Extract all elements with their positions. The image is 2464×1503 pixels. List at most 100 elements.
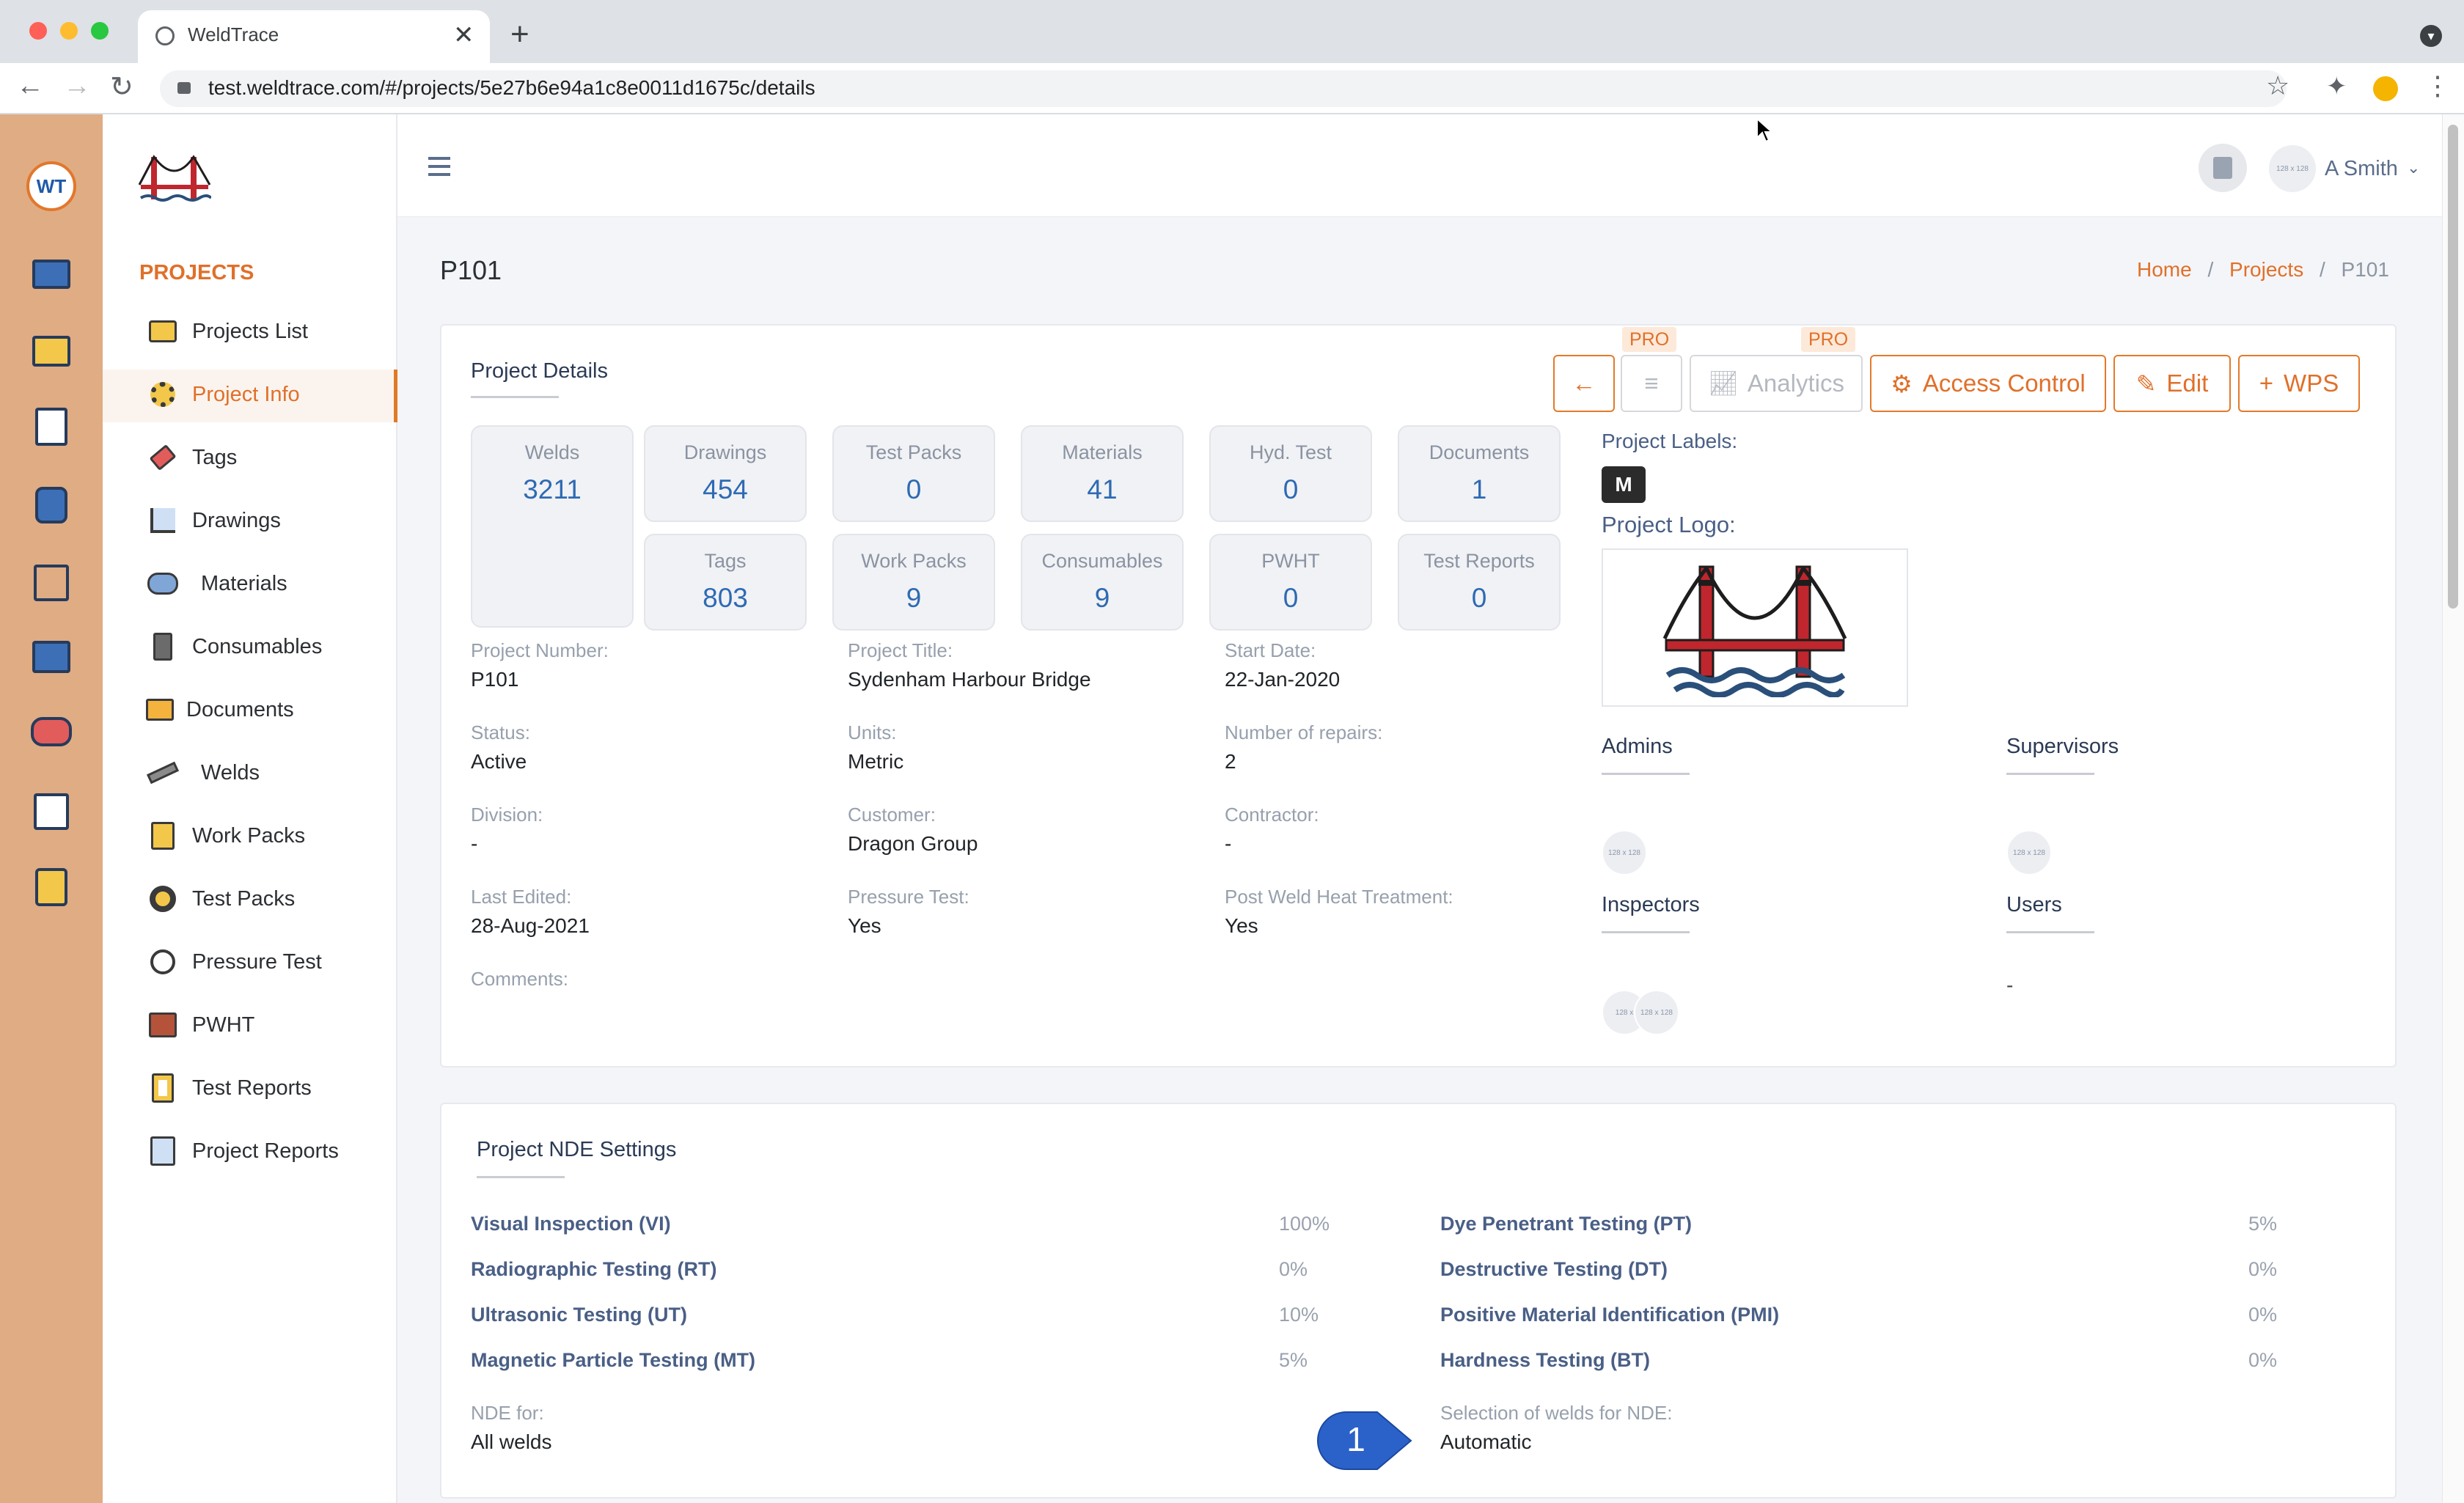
access-control-label: Access Control xyxy=(1922,370,2086,397)
stat-consumables[interactable]: Consumables 9 xyxy=(1021,534,1184,631)
pro-badge: PRO xyxy=(1801,327,1856,352)
back-button[interactable]: ← xyxy=(1553,355,1615,412)
sidebar-item-test-packs[interactable]: Test Packs xyxy=(147,880,295,918)
pressure-gauge-icon xyxy=(147,946,179,978)
users-underline xyxy=(2006,931,2094,933)
welder-icon[interactable] xyxy=(35,487,67,523)
card-title-underline xyxy=(471,396,559,398)
inspectors-underline xyxy=(1602,931,1690,933)
field-value: Dragon Group xyxy=(848,832,978,855)
close-window-dot[interactable] xyxy=(29,22,47,40)
bookmark-star-icon[interactable]: ☆ xyxy=(2266,70,2289,101)
edit-button[interactable]: ✎ Edit xyxy=(2113,355,2231,412)
org-chart-icon[interactable] xyxy=(34,565,69,601)
field-label: Customer: xyxy=(848,804,936,826)
tab-search-icon[interactable]: ▾ xyxy=(2420,25,2442,47)
stat-hyd-test[interactable]: Hyd. Test 0 xyxy=(1209,425,1372,522)
field-pwht: Post Weld Heat Treatment: Yes xyxy=(1225,886,1453,938)
user-avatar[interactable]: 128 x 128 xyxy=(2267,144,2317,194)
timeline-button[interactable]: ≡ xyxy=(1621,355,1682,412)
supervisor-avatar[interactable]: 128 x 128 xyxy=(2006,830,2052,875)
weldtrace-logo-icon[interactable]: WT xyxy=(26,161,76,211)
id-badge-icon[interactable] xyxy=(35,868,67,906)
stat-pwht[interactable]: PWHT 0 xyxy=(1209,534,1372,631)
maximize-window-dot[interactable] xyxy=(91,22,109,40)
sidebar-item-work-packs[interactable]: Work Packs xyxy=(147,817,305,855)
reload-icon[interactable]: ↻ xyxy=(110,70,133,103)
stat-work-packs[interactable]: Work Packs 9 xyxy=(832,534,995,631)
sidebar-item-materials[interactable]: Materials xyxy=(147,565,287,603)
admins-underline xyxy=(1602,773,1690,775)
inspector-avatar[interactable]: 128 x 128 xyxy=(1634,990,1679,1035)
stat-materials[interactable]: Materials 41 xyxy=(1021,425,1184,522)
schedule-clipboard-icon[interactable] xyxy=(34,793,69,830)
line-chart-icon: 📈︎ xyxy=(1708,369,1739,397)
welding-torch-icon xyxy=(147,757,179,789)
sidebar-item-project-reports[interactable]: Project Reports xyxy=(147,1132,339,1170)
wps-button[interactable]: + WPS xyxy=(2238,355,2360,412)
extensions-icon[interactable]: ✦ xyxy=(2326,72,2347,101)
stat-label: Welds xyxy=(524,441,580,463)
user-name[interactable]: A Smith xyxy=(2325,157,2398,181)
sidebar-item-documents[interactable]: Documents xyxy=(144,691,294,729)
blueprint-icon[interactable] xyxy=(32,641,70,673)
analytics-button[interactable]: 📈︎ Analytics xyxy=(1690,355,1863,412)
clipboard-settings-icon[interactable] xyxy=(35,408,67,446)
sidebar-item-welds[interactable]: Welds xyxy=(147,754,260,792)
sidebar-item-drawings[interactable]: Drawings xyxy=(147,501,281,540)
sidebar-item-consumables[interactable]: Consumables xyxy=(147,628,322,666)
sidebar-item-pressure-test[interactable]: Pressure Test xyxy=(147,943,322,981)
field-label: Post Weld Heat Treatment: xyxy=(1225,886,1453,908)
breadcrumb-home[interactable]: Home xyxy=(2137,258,2192,281)
field-label: Selection of welds for NDE: xyxy=(1440,1402,1673,1424)
chevron-down-icon[interactable]: ⌄ xyxy=(2407,158,2420,177)
hamburger-menu-icon[interactable] xyxy=(428,157,450,176)
team-icon[interactable] xyxy=(31,717,72,746)
stat-test-packs[interactable]: Test Packs 0 xyxy=(832,425,995,522)
tab-close-icon[interactable]: ✕ xyxy=(453,21,474,50)
forward-icon[interactable]: → xyxy=(63,70,91,102)
mouse-cursor-icon xyxy=(1756,117,1774,144)
notifications-icon[interactable] xyxy=(2199,144,2247,192)
browser-menu-icon[interactable]: ⋮ xyxy=(2424,70,2451,101)
field-label: Units: xyxy=(848,721,897,743)
field-value: P101 xyxy=(471,668,519,691)
stat-value: 803 xyxy=(703,583,748,613)
minimize-window-dot[interactable] xyxy=(60,22,78,40)
field-value: All welds xyxy=(471,1430,552,1453)
stat-label: Hyd. Test xyxy=(1249,441,1332,463)
callout-marker: 1 xyxy=(1317,1411,1412,1471)
sidebar-item-project-info[interactable]: Project Info xyxy=(147,375,300,414)
stat-label: Documents xyxy=(1429,441,1530,463)
sidebar-item-tags[interactable]: Tags xyxy=(147,438,237,477)
stat-tags[interactable]: Tags 803 xyxy=(644,534,807,631)
arrow-left-icon: ← xyxy=(1572,370,1596,397)
field-label: Start Date: xyxy=(1225,639,1316,661)
stat-drawings[interactable]: Drawings 454 xyxy=(644,425,807,522)
sidebar-item-test-reports[interactable]: Test Reports xyxy=(147,1069,312,1107)
stat-documents[interactable]: Documents 1 xyxy=(1398,425,1561,522)
stat-test-reports[interactable]: Test Reports 0 xyxy=(1398,534,1561,631)
back-icon[interactable]: ← xyxy=(16,70,44,102)
folder-settings-icon[interactable] xyxy=(32,336,70,367)
label-badge-text: M xyxy=(1615,473,1632,496)
stat-welds[interactable]: Welds 3211 xyxy=(471,425,634,628)
sidebar-item-projects-list[interactable]: Projects List xyxy=(147,312,308,350)
sidebar-item-label: Test Reports xyxy=(192,1076,312,1100)
url-text[interactable]: test.weldtrace.com/#/projects/5e27b6e94a… xyxy=(208,76,815,100)
breadcrumb-projects[interactable]: Projects xyxy=(2229,258,2303,281)
heater-icon xyxy=(147,1009,179,1041)
access-control-button[interactable]: ⚙ Access Control xyxy=(1870,355,2106,412)
project-label-badge[interactable]: M xyxy=(1602,466,1646,503)
nde-vi-label: Visual Inspection (VI) xyxy=(471,1213,671,1235)
sidebar-item-label: PWHT xyxy=(192,1013,255,1037)
admin-avatar[interactable]: 128 x 128 xyxy=(1602,830,1647,875)
scrollbar-thumb[interactable] xyxy=(2448,125,2458,609)
sidebar-item-label: Drawings xyxy=(192,508,281,532)
monitor-icon[interactable] xyxy=(32,260,70,289)
profile-icon[interactable] xyxy=(2373,76,2398,101)
inspectors-title: Inspectors xyxy=(1602,893,1700,916)
sidebar-item-pwht[interactable]: PWHT xyxy=(147,1006,254,1044)
new-tab-icon[interactable]: + xyxy=(510,16,529,53)
field-start-date: Start Date: 22-Jan-2020 xyxy=(1225,639,1340,691)
